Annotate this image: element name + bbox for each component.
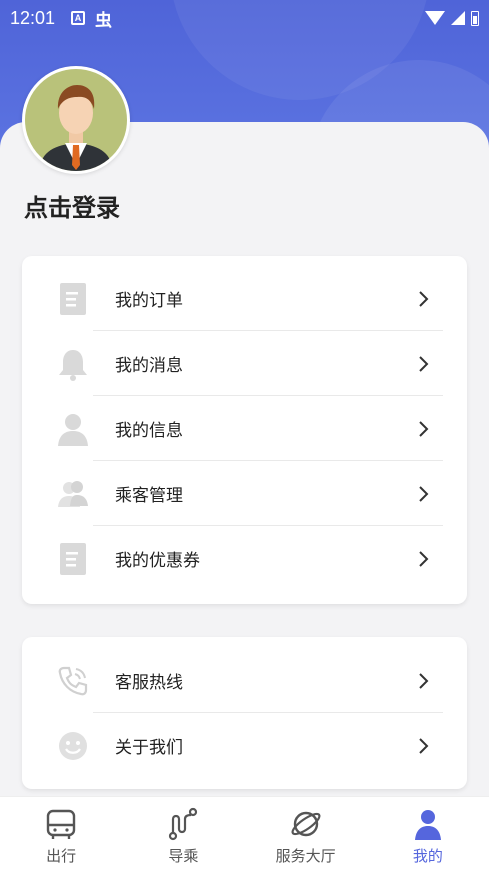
chevron-right-icon <box>419 737 429 754</box>
signal-icon <box>451 11 465 25</box>
menu-item-customer-hotline[interactable]: 客服热线 <box>22 648 467 713</box>
menu-item-label: 关于我们 <box>115 738 183 758</box>
menu-item-my-orders[interactable]: 我的订单 <box>22 266 467 331</box>
tab-label: 服务大厅 <box>275 847 336 865</box>
chevron-right-icon <box>419 672 429 689</box>
status-time: 12:01 <box>10 7 56 28</box>
menu-item-label: 客服热线 <box>115 673 183 693</box>
bug-icon: 虫 <box>95 10 113 31</box>
menu-card-support: 客服热线 关于我们 <box>22 637 467 789</box>
chevron-right-icon <box>419 420 429 437</box>
person-icon <box>56 412 90 446</box>
group-icon <box>56 477 90 511</box>
menu-item-label: 我的订单 <box>115 291 183 311</box>
bottom-tab-bar: 出行 导乘 服务大厅 我的 <box>0 796 489 871</box>
avatar[interactable] <box>22 66 130 174</box>
login-prompt[interactable]: 点击登录 <box>24 188 120 223</box>
chevron-right-icon <box>419 550 429 567</box>
tab-travel[interactable]: 出行 <box>0 797 122 871</box>
menu-item-label: 我的优惠券 <box>115 551 200 571</box>
battery-icon <box>471 10 479 26</box>
menu-card-account: 我的订单 我的消息 我的信息 乘客管理 我的优惠券 <box>22 256 467 604</box>
document-icon <box>56 282 90 316</box>
planet-icon <box>291 811 321 837</box>
tab-mine[interactable]: 我的 <box>367 797 489 871</box>
tab-label: 导乘 <box>168 847 199 865</box>
route-icon <box>169 807 198 841</box>
menu-item-about-us[interactable]: 关于我们 <box>22 713 467 778</box>
notification-a-icon: A <box>71 11 86 25</box>
tab-service-hall[interactable]: 服务大厅 <box>245 797 367 871</box>
phone-icon <box>56 664 90 698</box>
smile-icon <box>56 729 90 763</box>
chevron-right-icon <box>419 485 429 502</box>
bus-icon <box>46 809 76 839</box>
user-icon <box>414 810 441 840</box>
wifi-icon <box>425 11 445 25</box>
chevron-right-icon <box>419 355 429 372</box>
tab-label: 出行 <box>46 847 77 865</box>
status-bar: 12:01 A 虫 <box>0 0 489 36</box>
tab-label: 我的 <box>412 847 443 865</box>
bell-icon <box>56 347 90 381</box>
menu-item-passenger-management[interactable]: 乘客管理 <box>22 461 467 526</box>
tab-guide[interactable]: 导乘 <box>122 797 244 871</box>
menu-item-my-coupons[interactable]: 我的优惠券 <box>22 526 467 591</box>
menu-item-label: 我的消息 <box>115 356 183 376</box>
menu-item-label: 我的信息 <box>115 421 183 441</box>
coupon-icon <box>56 542 90 576</box>
menu-item-my-messages[interactable]: 我的消息 <box>22 331 467 396</box>
menu-item-my-info[interactable]: 我的信息 <box>22 396 467 461</box>
menu-item-label: 乘客管理 <box>115 486 183 506</box>
chevron-right-icon <box>419 290 429 307</box>
avatar-icon <box>25 69 127 171</box>
